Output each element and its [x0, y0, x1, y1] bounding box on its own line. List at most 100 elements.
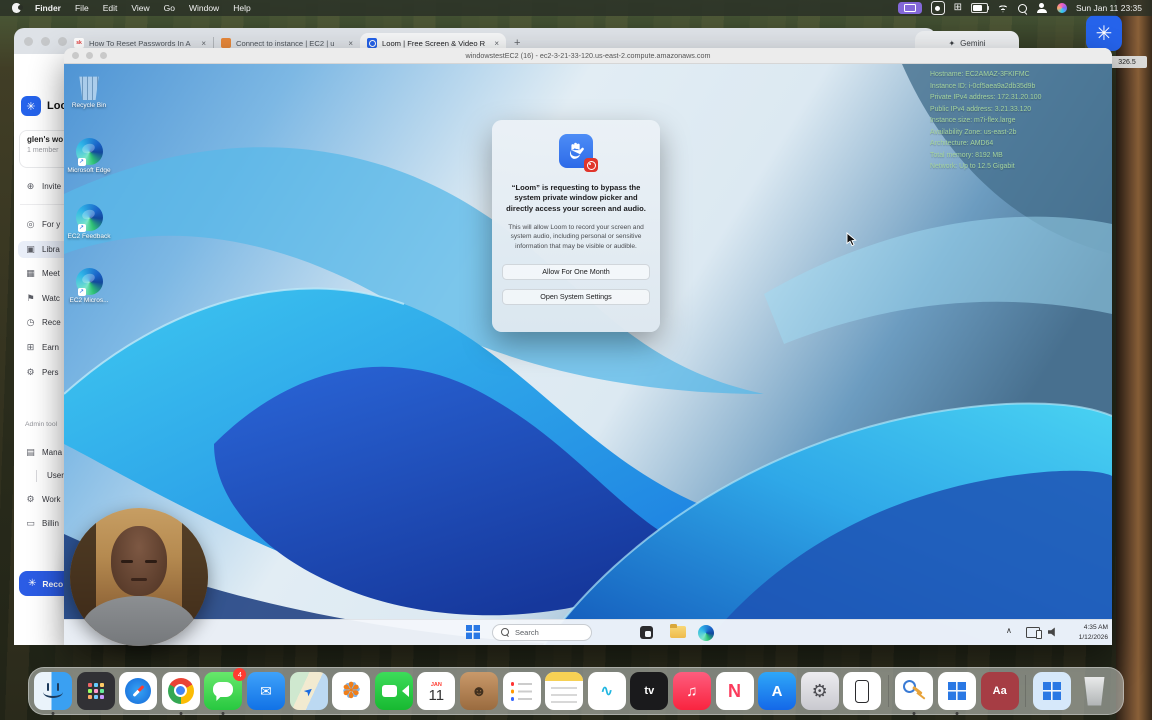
edge-taskbar-button[interactable]: [698, 624, 714, 641]
dock-iphone-mirroring-icon[interactable]: [843, 672, 882, 710]
desktop-icon-label: EC2 Micros...: [69, 297, 109, 304]
remote-window-titlebar[interactable]: windowstestEC2 (16) - ec2-3-21-33-120.us…: [64, 48, 1112, 64]
dock-passwords-icon[interactable]: [895, 672, 934, 715]
menu-window[interactable]: Window: [189, 3, 219, 13]
user-switcher-icon[interactable]: [1036, 3, 1048, 13]
sidebar-item-label: Work: [42, 495, 61, 504]
edge-icon: ↗: [75, 204, 103, 232]
screen-record-status-icon[interactable]: [930, 1, 945, 15]
sparkle-icon: ✦: [948, 38, 956, 48]
dock-safari-icon[interactable]: [119, 672, 158, 710]
loom-record-icon: ✳: [28, 578, 37, 589]
dock-news-icon[interactable]: N: [715, 672, 754, 710]
wifi-icon[interactable]: [996, 3, 1009, 13]
task-view-button[interactable]: [640, 625, 653, 639]
person-face: [111, 526, 167, 596]
messages-badge: 4: [233, 668, 247, 681]
loom-app-icon[interactable]: ✳: [1086, 15, 1122, 51]
zoom-window-button[interactable]: [58, 36, 67, 46]
dock-messages-icon[interactable]: 4: [204, 668, 247, 715]
siri-icon[interactable]: [1056, 3, 1067, 13]
sidebar-item-label: Billin: [42, 519, 59, 528]
menu-file[interactable]: File: [75, 3, 89, 13]
dock-windows-shortcut-icon[interactable]: [1032, 672, 1071, 710]
hidden-icons-chevron[interactable]: ∧: [1006, 626, 1012, 635]
desktop-icon-microsoft-edge[interactable]: ↗ Microsoft Edge: [64, 138, 117, 175]
dialog-body: This will allow Loom to record your scre…: [508, 224, 644, 250]
ec2-network: Network: Up to 12.5 Gigabit: [930, 163, 1015, 170]
close-tab-icon[interactable]: ×: [494, 39, 499, 48]
dock-maps-icon[interactable]: ➤: [289, 672, 328, 710]
screen-privacy-hand-icon: [559, 134, 598, 172]
admin-tools-header: Admin tool: [25, 421, 58, 428]
desktop-icon-label: EC2 Feedback: [67, 233, 111, 240]
mouse-cursor: [846, 232, 857, 252]
dock-trash-icon[interactable]: [1075, 672, 1113, 710]
dock-windows-app-icon[interactable]: [938, 672, 977, 715]
open-system-settings-button[interactable]: Open System Settings: [502, 288, 650, 305]
search-placeholder: Search: [515, 627, 539, 637]
windows-start-button[interactable]: [466, 625, 480, 639]
window-tiling-icon[interactable]: ⊞: [954, 3, 962, 13]
sidebar-item-label: Libra: [42, 245, 60, 254]
dock-notes-icon[interactable]: [545, 672, 584, 710]
menu-edit[interactable]: Edit: [103, 3, 118, 13]
ec2-availability-zone: Availability Zone: us-east-2b: [930, 128, 1017, 136]
dock-music-icon[interactable]: ♫: [672, 672, 711, 710]
windows-taskbar: Search ∧ 4:35 AM 1/12/2026: [64, 619, 1112, 645]
desktop-icon-recycle-bin[interactable]: Recycle Bin: [64, 74, 117, 110]
menu-help[interactable]: Help: [233, 3, 250, 13]
sidebar-item-label: Watc: [42, 294, 60, 303]
taskbar-clock[interactable]: 4:35 AM 1/12/2026: [1066, 623, 1108, 642]
window-traffic-lights[interactable]: [24, 36, 67, 46]
dock-app-store-icon[interactable]: A: [758, 672, 797, 710]
battery-icon[interactable]: [970, 3, 990, 13]
dock-contacts-icon[interactable]: ☻: [459, 672, 498, 710]
desktop-icon-ec2-microsoft[interactable]: ↗ EC2 Micros...: [64, 268, 117, 305]
dock-launchpad-icon[interactable]: [76, 672, 115, 710]
screen-sharing-status-icon[interactable]: [897, 2, 922, 14]
dock-dictionary-icon[interactable]: Aa: [980, 672, 1019, 710]
dock-facetime-icon[interactable]: [374, 672, 413, 710]
speaker-tray-icon[interactable]: [1048, 627, 1055, 637]
spotlight-search-icon[interactable]: [1017, 3, 1027, 13]
sidebar-item-label: Meet: [42, 269, 60, 278]
dock-photos-icon[interactable]: ✽ ✽: [332, 672, 371, 710]
tab-title: Gemini: [960, 38, 986, 48]
record-button-label: Reco: [42, 578, 64, 589]
recycle-bin-icon: [79, 76, 99, 100]
dock-system-settings-icon[interactable]: ⚙: [800, 672, 839, 710]
dock-chrome-icon[interactable]: [161, 672, 200, 715]
menu-finder[interactable]: Finder: [35, 3, 61, 13]
close-window-button[interactable]: [24, 36, 33, 46]
dock-freeform-icon[interactable]: ∿: [587, 672, 626, 710]
menu-bar-clock[interactable]: Sun Jan 11 23:35: [1076, 3, 1142, 13]
edge-icon: ↗: [75, 268, 103, 296]
dock-calendar-icon[interactable]: JAN 11: [417, 672, 456, 710]
dock-apple-tv-icon[interactable]: tv: [630, 672, 669, 710]
dock-reminders-icon[interactable]: [502, 672, 541, 710]
remote-desktop-window: windowstestEC2 (16) - ec2-3-21-33-120.us…: [64, 48, 1112, 645]
file-explorer-button[interactable]: [670, 623, 686, 638]
taskbar-time: 4:35 AM: [1083, 624, 1108, 631]
close-tab-icon[interactable]: ×: [348, 39, 353, 48]
desktop-icon-ec2-feedback[interactable]: ↗ EC2 Feedback: [64, 204, 117, 241]
menu-view[interactable]: View: [131, 3, 149, 13]
dock: 4 ✉ ➤ ✽ ✽ JAN 11 ☻ ∿ tv ♫ N A ⚙ Aa: [28, 667, 1124, 715]
dock-mail-icon[interactable]: ✉: [246, 672, 285, 710]
search-icon: [501, 628, 509, 636]
ec2-hostname: Hostname: EC2AMAZ-3FKIFMC: [930, 71, 1030, 78]
gear-icon: ⚙: [26, 367, 35, 377]
minimize-window-button[interactable]: [41, 36, 50, 46]
close-tab-icon[interactable]: ×: [201, 39, 206, 48]
loom-widget-badge: 326.5: [1107, 56, 1147, 68]
tab-favicon: sk: [74, 38, 84, 48]
windows-search-box[interactable]: Search: [492, 623, 592, 641]
dock-finder-icon[interactable]: [34, 672, 72, 715]
allow-for-one-month-button[interactable]: Allow For One Month: [502, 263, 650, 280]
menu-go[interactable]: Go: [164, 3, 175, 13]
ec2-instance-id: Instance ID: i-0cf5aea9a2db35d9b: [930, 82, 1036, 90]
network-devices-tray-icon[interactable]: [1026, 627, 1042, 639]
webcam-bubble[interactable]: [70, 508, 208, 646]
apple-menu-icon[interactable]: [12, 3, 23, 13]
